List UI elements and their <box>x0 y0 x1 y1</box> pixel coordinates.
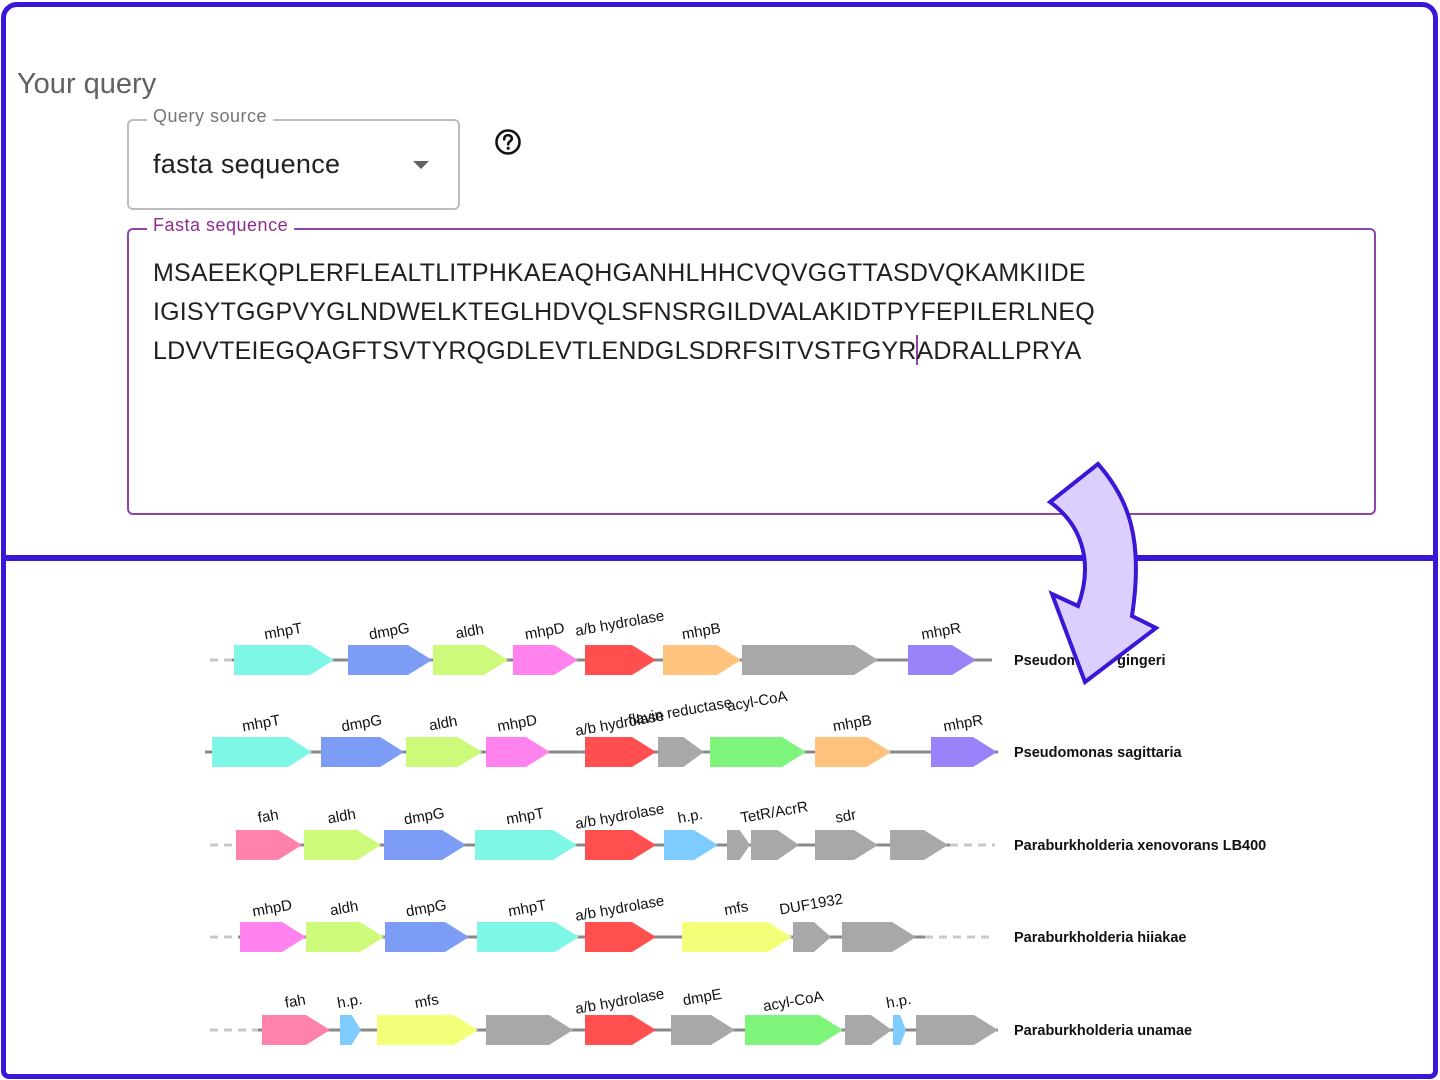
gene-label: mhpD <box>524 620 567 644</box>
gene-arrow[interactable] <box>406 737 482 767</box>
organism-name: Pseudomonas sagittaria <box>1014 745 1183 761</box>
gene-arrow[interactable] <box>433 645 508 675</box>
gene-label: a/b hydrolase <box>574 985 666 1017</box>
gene-arrow[interactable] <box>751 830 799 860</box>
gene-label: aldh <box>326 806 357 828</box>
gene-arrow[interactable] <box>742 645 878 675</box>
gene-arrow[interactable] <box>262 1015 330 1045</box>
gene-arrow[interactable] <box>475 830 577 860</box>
gene-arrow[interactable] <box>908 645 976 675</box>
gene-label: fah <box>256 806 279 826</box>
gene-arrow[interactable] <box>727 830 750 860</box>
gene-label: dmpG <box>403 805 446 829</box>
organism-name: Paraburkholderia unamae <box>1014 1023 1192 1039</box>
gene-arrow[interactable] <box>212 737 312 767</box>
gene-label: dmpG <box>340 712 383 736</box>
gene-arrow[interactable] <box>842 922 916 952</box>
gene-label: a/b hydrolase <box>574 800 666 832</box>
gene-arrow[interactable] <box>585 737 656 767</box>
gene-arrow[interactable] <box>893 1015 906 1045</box>
gene-arrow[interactable] <box>385 922 469 952</box>
gene-arrow[interactable] <box>916 1015 998 1045</box>
gene-label: fah <box>283 991 306 1011</box>
gene-arrow[interactable] <box>240 922 306 952</box>
gene-arrow[interactable] <box>815 830 878 860</box>
gene-arrow[interactable] <box>377 1015 478 1045</box>
gene-arrow[interactable] <box>585 645 656 675</box>
gene-label: mhpB <box>831 712 873 736</box>
gene-cluster-row: mhpD aldh dmpG mhpT a/b hydrolase mfs DUF1932 P… <box>210 891 1186 952</box>
gene-label: mhpT <box>507 897 548 920</box>
gene-label: aldh <box>329 898 360 920</box>
gene-arrow[interactable] <box>585 922 656 952</box>
gene-arrow[interactable] <box>931 737 997 767</box>
gene-label: a/b hydrolase <box>574 892 666 924</box>
gene-label: aldh <box>454 621 485 643</box>
gene-label: mfs <box>413 991 440 1012</box>
gene-arrow[interactable] <box>710 737 806 767</box>
curved-down-arrow-icon <box>1046 461 1160 686</box>
gene-cluster-row: mhpT dmpG aldh mhpD a/b hydrolaseflavin redu… <box>205 688 1183 767</box>
gene-label: dmpG <box>368 620 411 644</box>
gene-arrow[interactable] <box>658 737 704 767</box>
gene-arrow[interactable] <box>585 830 656 860</box>
gene-label: flavin reductase <box>627 694 733 729</box>
gene-label: mhpT <box>505 805 546 828</box>
gene-label: mhpR <box>942 712 985 736</box>
gene-label: h.p. <box>336 991 364 1012</box>
gene-label: mhpD <box>251 897 294 921</box>
gene-arrow[interactable] <box>384 830 466 860</box>
gene-arrow[interactable] <box>671 1015 735 1045</box>
gene-label: TetR/AcrR <box>739 798 809 827</box>
gene-arrow[interactable] <box>486 737 550 767</box>
gene-label: h.p. <box>885 991 913 1012</box>
gene-label: mhpT <box>241 712 282 735</box>
gene-cluster-row: fah aldh dmpG mhpT a/b hydrolase h.p. TetR/Acr… <box>210 798 1266 860</box>
gene-arrow[interactable] <box>793 922 831 952</box>
gene-arrow[interactable] <box>815 737 891 767</box>
gene-arrow[interactable] <box>845 1015 892 1045</box>
organism-name: Paraburkholderia hiiakae <box>1014 930 1186 946</box>
gene-label: dmpG <box>405 897 448 921</box>
gene-cluster-row: fah h.p. mfs a/b hydrolase dmpE acyl-CoA h.p. P… <box>210 985 1192 1045</box>
gene-arrow[interactable] <box>585 1015 656 1045</box>
gene-label: acyl-CoA <box>762 988 825 1015</box>
gene-label: mhpB <box>680 620 722 644</box>
gene-clusters-figure: mhpT dmpG aldh mhpD a/b hydrolase mhpB mhpR Pse… <box>205 607 1266 1045</box>
gene-arrow[interactable] <box>321 737 404 767</box>
gene-arrow[interactable] <box>664 830 718 860</box>
gene-arrow[interactable] <box>745 1015 843 1045</box>
gene-label: dmpE <box>681 986 723 1010</box>
gene-label: mhpR <box>920 620 963 644</box>
gene-label: h.p. <box>676 806 704 827</box>
gene-arrow[interactable] <box>304 830 381 860</box>
gene-label: acyl-CoA <box>726 688 789 715</box>
gene-label: a/b hydrolase <box>574 607 666 639</box>
gene-arrow[interactable] <box>477 922 579 952</box>
gene-label: sdr <box>834 806 857 826</box>
gene-label: mhpT <box>263 620 304 643</box>
gene-arrow[interactable] <box>348 645 432 675</box>
gene-label: mhpD <box>496 712 539 736</box>
gene-arrow[interactable] <box>234 645 334 675</box>
gene-arrow[interactable] <box>306 922 384 952</box>
gene-arrow[interactable] <box>682 922 792 952</box>
gene-arrow[interactable] <box>486 1015 573 1045</box>
gene-label: mfs <box>723 898 750 919</box>
gene-label: DUF1932 <box>778 891 844 919</box>
organism-name: Paraburkholderia xenovorans LB400 <box>1014 838 1266 854</box>
gene-arrow[interactable] <box>663 645 741 675</box>
gene-arrow[interactable] <box>513 645 578 675</box>
gene-label: aldh <box>428 713 459 735</box>
gene-arrow[interactable] <box>236 830 302 860</box>
gene-cluster-row: mhpT dmpG aldh mhpD a/b hydrolase mhpB mhpRPse… <box>210 607 1165 675</box>
gene-arrow[interactable] <box>890 830 948 860</box>
gene-arrow[interactable] <box>340 1015 361 1045</box>
